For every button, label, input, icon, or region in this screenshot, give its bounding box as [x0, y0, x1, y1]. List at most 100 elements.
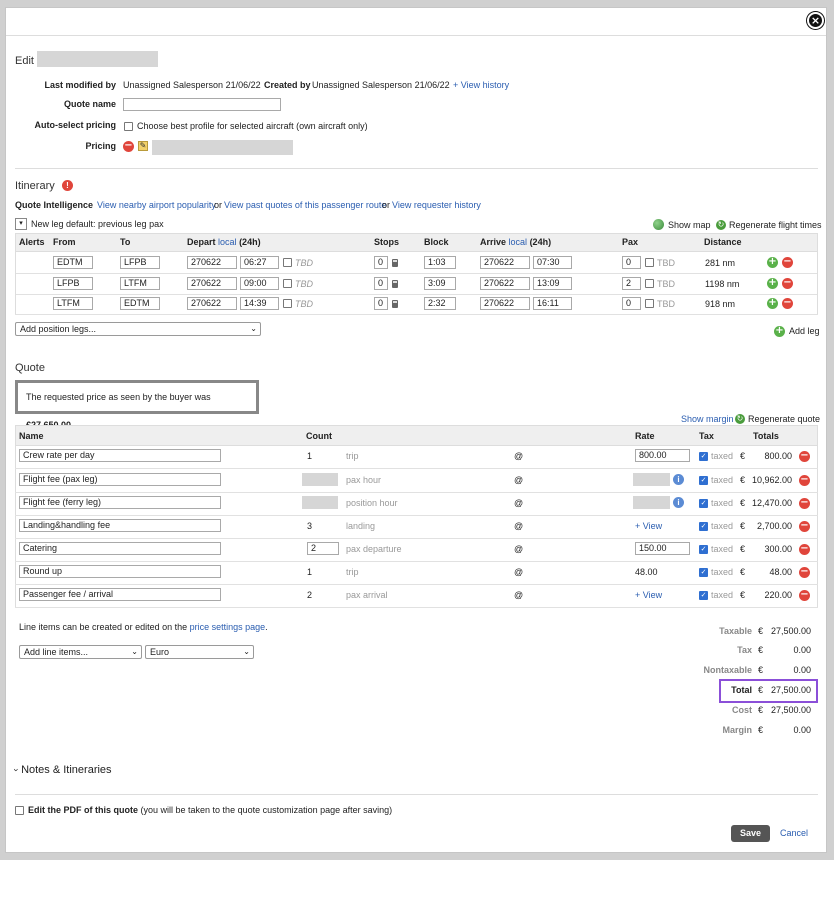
leg-pax-input[interactable]: 2	[622, 277, 641, 290]
leg-to-input[interactable]: LFPB	[120, 256, 160, 269]
line-item-rate-input[interactable]: 800.00	[635, 449, 690, 462]
leg-arrive-date-input[interactable]: 270622	[480, 297, 530, 310]
regenerate-flight-times-link[interactable]: Regenerate flight times	[729, 220, 822, 230]
line-item-tax-checkbox[interactable]: ✓	[699, 522, 708, 531]
show-map-link[interactable]: Show map	[668, 220, 711, 230]
leg-depart-date-input[interactable]: 270622	[187, 256, 237, 269]
leg-stops-input[interactable]: 0	[374, 277, 388, 290]
pencil-icon[interactable]: ✎	[138, 141, 148, 151]
leg-depart-time-input[interactable]: 14:39	[240, 297, 279, 310]
notes-toggle[interactable]: › Notes & Itineraries	[12, 764, 112, 776]
leg-block-input[interactable]: 2:32	[424, 297, 456, 310]
line-item-name-input[interactable]: Landing&handling fee	[19, 519, 221, 532]
line-item-tax-checkbox[interactable]: ✓	[699, 452, 708, 461]
regenerate-quote-link[interactable]: Regenerate quote	[748, 414, 820, 424]
tax-value: 0.00	[793, 645, 811, 655]
line-item-name-input[interactable]: Flight fee (pax leg)	[19, 473, 221, 486]
fuel-icon[interactable]	[392, 259, 398, 267]
price-settings-link[interactable]: price settings page	[190, 622, 266, 632]
requester-history-link[interactable]: View requester history	[392, 200, 481, 210]
edit-pdf-checkbox[interactable]	[15, 806, 24, 815]
plus-icon[interactable]: +	[774, 326, 785, 337]
info-icon[interactable]: i	[673, 497, 684, 508]
minus-icon[interactable]: −	[799, 451, 810, 462]
add-position-legs-select[interactable]: Add position legs... ⌄	[15, 322, 261, 336]
leg-tbd-checkbox[interactable]	[283, 299, 292, 308]
minus-icon[interactable]: −	[799, 544, 810, 555]
past-quotes-link[interactable]: View past quotes of this passenger route	[224, 200, 386, 210]
add-leg-link[interactable]: Add leg	[789, 326, 820, 336]
fuel-icon[interactable]	[392, 280, 398, 288]
leg-arrive-date-input[interactable]: 270622	[480, 277, 530, 290]
leg-arrive-time-input[interactable]: 13:09	[533, 277, 572, 290]
view-history-link[interactable]: + View history	[453, 80, 509, 90]
info-icon[interactable]: i	[673, 474, 684, 485]
leg-pax-tbd-label: TBD	[657, 299, 675, 309]
itinerary-table-header	[15, 233, 818, 252]
currency-select[interactable]: Euro ⌄	[145, 645, 254, 659]
minus-icon[interactable]: −	[799, 567, 810, 578]
plus-icon[interactable]: +	[767, 257, 778, 268]
minus-icon[interactable]: −	[799, 521, 810, 532]
add-line-items-select[interactable]: Add line items... ⌄	[19, 645, 142, 659]
line-item-name-input[interactable]: Crew rate per day	[19, 449, 221, 462]
line-item-tax-checkbox[interactable]: ✓	[699, 568, 708, 577]
leg-depart-time-input[interactable]: 06:27	[240, 256, 279, 269]
line-item-view-link[interactable]: + View	[635, 590, 662, 600]
leg-pax-tbd-checkbox[interactable]	[645, 279, 654, 288]
line-item-tax-checkbox[interactable]: ✓	[699, 476, 708, 485]
leg-from-input[interactable]: EDTM	[53, 256, 93, 269]
line-item-view-link[interactable]: + View	[635, 521, 662, 531]
leg-pax-input[interactable]: 0	[622, 297, 641, 310]
nearby-airport-link[interactable]: View nearby airport popularity	[97, 200, 216, 210]
plus-icon[interactable]: +	[767, 298, 778, 309]
line-item-tax-checkbox[interactable]: ✓	[699, 591, 708, 600]
leg-arrive-time-input[interactable]: 16:11	[533, 297, 572, 310]
cancel-link[interactable]: Cancel	[780, 828, 808, 838]
line-item-name-input[interactable]: Flight fee (ferry leg)	[19, 496, 221, 509]
leg-tbd-checkbox[interactable]	[283, 258, 292, 267]
line-item-count-input[interactable]: 2	[307, 542, 339, 555]
leg-block-input[interactable]: 1:03	[424, 256, 456, 269]
leg-stops-input[interactable]: 0	[374, 256, 388, 269]
minus-icon[interactable]: −	[782, 298, 793, 309]
auto-select-checkbox[interactable]	[124, 122, 133, 131]
line-item-name-input[interactable]: Passenger fee / arrival	[19, 588, 221, 601]
save-button[interactable]: Save	[731, 825, 770, 842]
leg-depart-time-input[interactable]: 09:00	[240, 277, 279, 290]
fuel-icon[interactable]	[392, 300, 398, 308]
minus-icon[interactable]: −	[799, 475, 810, 486]
leg-to-input[interactable]: LTFM	[120, 277, 160, 290]
line-item-tax-checkbox[interactable]: ✓	[699, 499, 708, 508]
leg-arrive-date-input[interactable]: 270622	[480, 256, 530, 269]
leg-pax-input[interactable]: 0	[622, 256, 641, 269]
line-item-name-input[interactable]: Round up	[19, 565, 221, 578]
leg-from-input[interactable]: LFPB	[53, 277, 93, 290]
leg-pax-tbd-checkbox[interactable]	[645, 299, 654, 308]
leg-stops-input[interactable]: 0	[374, 297, 388, 310]
minus-icon[interactable]: −	[782, 278, 793, 289]
leg-block-input[interactable]: 3:09	[424, 277, 456, 290]
col-name: Name	[19, 431, 44, 441]
show-margin-link[interactable]: Show margin	[681, 414, 734, 424]
quote-name-input[interactable]	[123, 98, 281, 111]
leg-depart-date-input[interactable]: 270622	[187, 297, 237, 310]
minus-icon[interactable]: −	[782, 257, 793, 268]
leg-tbd-checkbox[interactable]	[283, 279, 292, 288]
line-items-note: Line items can be created or edited on t…	[19, 622, 268, 632]
line-item-tax-checkbox[interactable]: ✓	[699, 545, 708, 554]
minus-icon[interactable]: −	[123, 141, 134, 152]
taxable-value: 27,500.00	[770, 626, 811, 636]
line-item-rate-input[interactable]: 150.00	[635, 542, 690, 555]
line-item-name-input[interactable]: Catering	[19, 542, 221, 555]
leg-arrive-time-input[interactable]: 07:30	[533, 256, 572, 269]
dropdown-icon[interactable]: ▾	[15, 218, 27, 230]
leg-pax-tbd-checkbox[interactable]	[645, 258, 654, 267]
close-icon[interactable]: ×	[807, 12, 824, 29]
leg-depart-date-input[interactable]: 270622	[187, 277, 237, 290]
minus-icon[interactable]: −	[799, 590, 810, 601]
plus-icon[interactable]: +	[767, 278, 778, 289]
leg-from-input[interactable]: LTFM	[53, 297, 93, 310]
leg-to-input[interactable]: EDTM	[120, 297, 160, 310]
minus-icon[interactable]: −	[799, 498, 810, 509]
